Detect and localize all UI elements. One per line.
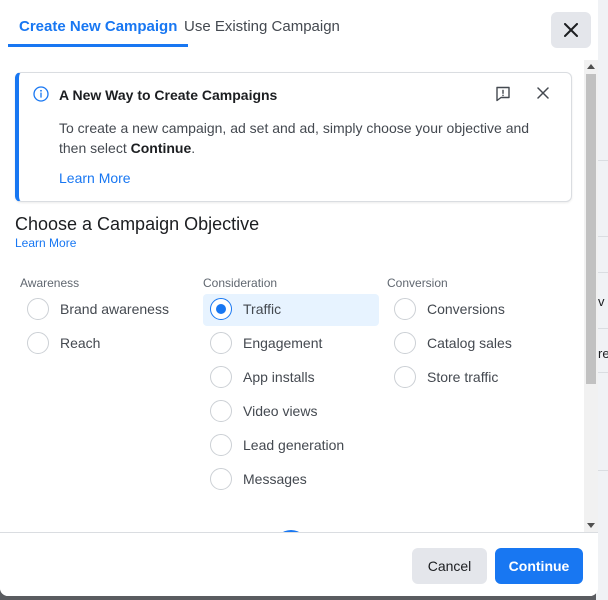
content-scrollbar[interactable] bbox=[584, 60, 598, 532]
objective-option-traffic[interactable]: Traffic bbox=[203, 294, 379, 326]
close-dialog-button[interactable] bbox=[551, 12, 591, 48]
banner-body-emphasis: Continue bbox=[130, 140, 192, 156]
report-icon[interactable] bbox=[495, 86, 511, 102]
banner-body-text: To create a new campaign, ad set and ad,… bbox=[59, 120, 530, 156]
objective-option-app-installs[interactable]: App installs bbox=[203, 362, 379, 394]
objective-option-store-traffic[interactable]: Store traffic bbox=[387, 362, 563, 394]
create-campaign-dialog: Create New Campaign Use Existing Campaig… bbox=[0, 0, 598, 596]
background-text-fragment: re bbox=[598, 346, 608, 361]
objective-option-reach[interactable]: Reach bbox=[20, 328, 196, 360]
banner-title: A New Way to Create Campaigns bbox=[59, 87, 278, 103]
option-label: Reach bbox=[60, 335, 101, 351]
option-label: Video views bbox=[243, 403, 318, 419]
objective-option-messages[interactable]: Messages bbox=[203, 464, 379, 496]
objective-option-lead-generation[interactable]: Lead generation bbox=[203, 430, 379, 462]
banner-close-icon[interactable] bbox=[537, 87, 549, 99]
scroll-up-arrow-icon[interactable] bbox=[587, 64, 595, 69]
column-label-consideration: Consideration bbox=[203, 276, 278, 290]
banner-learn-more-link[interactable]: Learn More bbox=[59, 170, 131, 186]
radio-button[interactable] bbox=[210, 468, 232, 490]
column-label-awareness: Awareness bbox=[20, 276, 80, 290]
option-label: Engagement bbox=[243, 335, 323, 351]
option-label: Traffic bbox=[243, 301, 282, 317]
radio-button[interactable] bbox=[27, 332, 49, 354]
banner-body-suffix: . bbox=[191, 140, 196, 156]
tab-create-new-campaign[interactable]: Create New Campaign bbox=[8, 11, 189, 47]
close-icon bbox=[564, 23, 578, 37]
banner-body: To create a new campaign, ad set and ad,… bbox=[59, 118, 539, 158]
radio-button[interactable] bbox=[210, 400, 232, 422]
radio-button[interactable] bbox=[394, 332, 416, 354]
dialog-content: A New Way to Create Campaigns To create … bbox=[0, 60, 598, 532]
info-icon bbox=[33, 86, 49, 102]
option-label: App installs bbox=[243, 369, 315, 385]
radio-button[interactable] bbox=[27, 298, 49, 320]
radio-button[interactable] bbox=[210, 434, 232, 456]
option-label: Lead generation bbox=[243, 437, 345, 453]
radio-button[interactable] bbox=[394, 366, 416, 388]
radio-button[interactable] bbox=[210, 366, 232, 388]
scroll-down-arrow-icon[interactable] bbox=[587, 523, 595, 528]
column-label-conversion: Conversion bbox=[387, 276, 448, 290]
radio-button[interactable] bbox=[210, 332, 232, 354]
objective-learn-more-link[interactable]: Learn More bbox=[15, 236, 76, 250]
option-label: Messages bbox=[243, 471, 307, 487]
scrollbar-thumb[interactable] bbox=[586, 74, 596, 384]
option-label: Catalog sales bbox=[427, 335, 512, 351]
cancel-button[interactable]: Cancel bbox=[412, 548, 487, 584]
background-text-fragment: v bbox=[598, 294, 605, 309]
continue-button[interactable]: Continue bbox=[495, 548, 583, 584]
option-label: Brand awareness bbox=[60, 301, 169, 317]
option-label: Conversions bbox=[427, 301, 505, 317]
objective-option-conversions[interactable]: Conversions bbox=[387, 294, 563, 326]
info-banner: A New Way to Create Campaigns To create … bbox=[15, 72, 572, 202]
objective-option-engagement[interactable]: Engagement bbox=[203, 328, 379, 360]
objective-option-catalog-sales[interactable]: Catalog sales bbox=[387, 328, 563, 360]
objective-option-video-views[interactable]: Video views bbox=[203, 396, 379, 428]
radio-button-selected[interactable] bbox=[210, 298, 232, 320]
option-label: Store traffic bbox=[427, 369, 499, 385]
objective-heading: Choose a Campaign Objective bbox=[15, 214, 260, 234]
tab-use-existing-campaign[interactable]: Use Existing Campaign bbox=[173, 11, 351, 47]
radio-button[interactable] bbox=[394, 298, 416, 320]
dialog-footer: Cancel Continue bbox=[0, 532, 598, 596]
objective-option-brand-awareness[interactable]: Brand awareness bbox=[20, 294, 196, 326]
